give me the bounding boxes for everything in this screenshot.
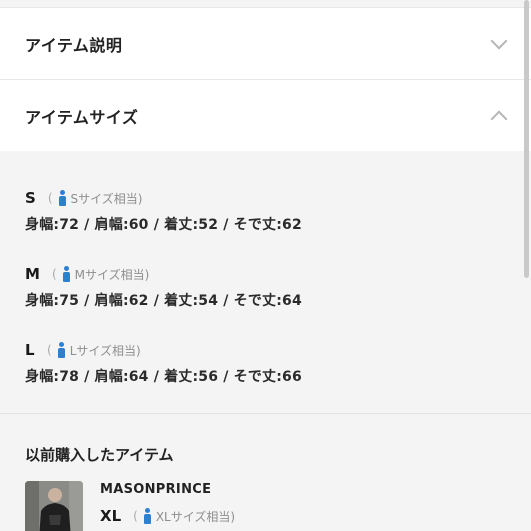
size-equivalent-note: Lサイズ相当) xyxy=(69,343,141,358)
size-measurements: 身幅:78 / 肩幅:64 / 着丈:56 / そで丈:66 xyxy=(25,369,302,385)
size-label: L xyxy=(25,341,35,359)
size-equivalent-note: Mサイズ相当) xyxy=(74,267,150,282)
section-divider xyxy=(0,413,531,414)
past-purchase-brand: MASONPRINCE xyxy=(100,482,212,497)
chevron-up-icon xyxy=(490,110,508,127)
scrollbar[interactable] xyxy=(524,0,529,278)
person-icon xyxy=(143,508,153,524)
size-entry-l: L ( Lサイズ相当) 身幅:78 / 肩幅:64 / 着丈:56 / そで丈:… xyxy=(25,341,302,385)
size-equivalent-note: Sサイズ相当) xyxy=(70,191,143,206)
past-purchase-title: 以前購入したアイテム xyxy=(25,446,174,464)
product-photo xyxy=(25,481,83,531)
accordion-title: アイテム説明 xyxy=(25,35,123,55)
accordion-title: アイテムサイズ xyxy=(25,107,139,127)
accordion-item-description[interactable]: アイテム説明 xyxy=(0,7,531,79)
person-icon xyxy=(57,342,67,358)
size-label: M xyxy=(25,265,40,283)
chevron-down-icon xyxy=(490,32,508,49)
person-icon xyxy=(58,190,68,206)
size-entry-s: S ( Sサイズ相当) 身幅:72 / 肩幅:60 / 着丈:52 / そで丈:… xyxy=(25,189,302,233)
size-label: S xyxy=(25,189,36,207)
size-equivalent-note: XLサイズ相当) xyxy=(155,509,236,524)
accordion-item-size[interactable]: アイテムサイズ xyxy=(0,79,531,151)
person-icon xyxy=(62,266,72,282)
past-purchase-thumbnail[interactable] xyxy=(25,481,83,531)
past-purchase-size: XL ( XLサイズ相当) xyxy=(100,507,236,525)
size-label: XL xyxy=(100,507,122,525)
size-measurements: 身幅:75 / 肩幅:62 / 着丈:54 / そで丈:64 xyxy=(25,293,302,309)
size-entry-m: M ( Mサイズ相当) 身幅:75 / 肩幅:62 / 着丈:54 / そで丈:… xyxy=(25,265,302,309)
size-measurements: 身幅:72 / 肩幅:60 / 着丈:52 / そで丈:62 xyxy=(25,217,302,233)
